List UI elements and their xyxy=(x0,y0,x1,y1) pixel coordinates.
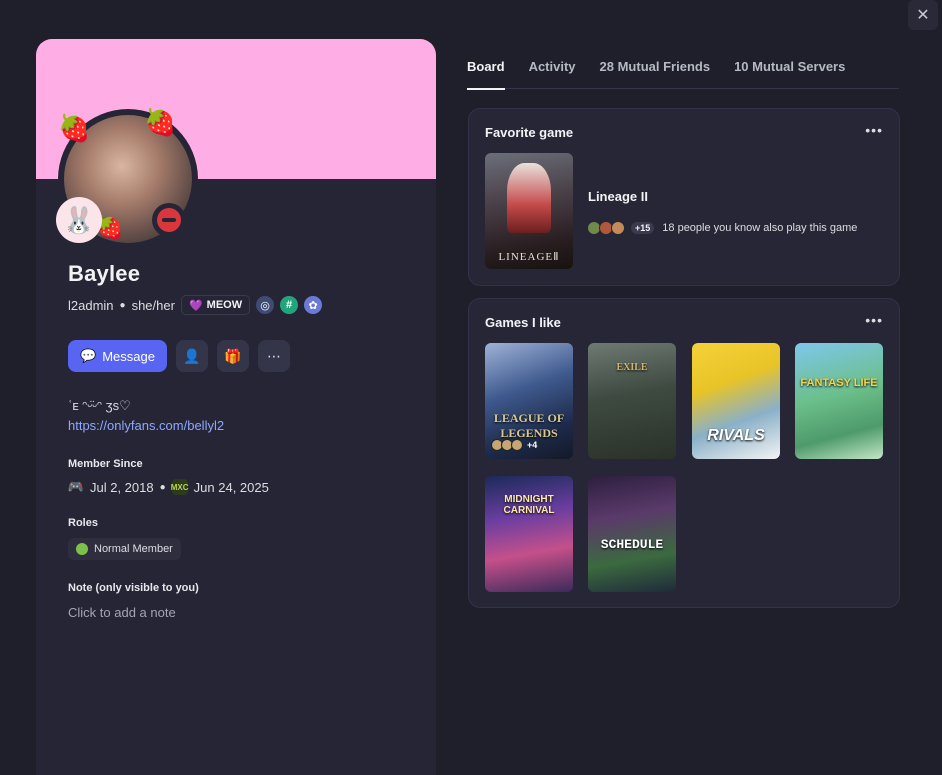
strawberry-icon: 🍓 xyxy=(144,107,177,137)
status-indicator xyxy=(152,203,186,237)
message-button[interactable]: 💬 Message xyxy=(68,340,167,372)
card-more-button[interactable]: ••• xyxy=(865,122,883,138)
favorite-game-card: Favorite game ••• LINEAGEⅡ Lineage II +1… xyxy=(468,108,900,286)
game-title: MIDNIGHT CARNIVAL xyxy=(503,494,555,516)
games-i-like-card: Games I like ••• LEAGUE OF LEGENDS +4 EX… xyxy=(468,298,900,608)
more-friends-count: +15 xyxy=(631,222,655,234)
game-logo: LINEAGEⅡ xyxy=(498,251,560,263)
boost-badge-icon[interactable]: ✿ xyxy=(304,296,323,314)
tab-board[interactable]: Board xyxy=(467,57,505,90)
role-name: Normal Member xyxy=(94,543,173,555)
note-input[interactable]: Click to add a note xyxy=(68,605,408,620)
game-cover[interactable]: LINEAGEⅡ xyxy=(485,153,573,269)
pronouns: she/her xyxy=(131,297,175,313)
avatar-wrap[interactable]: 🍓 🍓 🍓 🐰 xyxy=(56,107,198,249)
profile-card: 🍓 🍓 🍓 🐰 Baylee l2admin ● she/her 💜 MEOW … xyxy=(36,39,436,775)
hashtag-badge-icon[interactable]: # xyxy=(280,296,299,314)
member-since-label: Member Since xyxy=(68,458,143,470)
profile-actions: 💬 Message 👤 🎁 ⋯ xyxy=(68,340,408,372)
discord-since-date: Jul 2, 2018 xyxy=(90,479,154,495)
server-tag[interactable]: 💜 MEOW xyxy=(180,295,251,315)
nitro-badge-icon[interactable]: ◎ xyxy=(256,296,275,314)
game-title: SCHEDULE xyxy=(600,537,664,552)
close-button[interactable]: ✕ xyxy=(908,0,938,30)
tab-activity[interactable]: Activity xyxy=(529,57,576,89)
role-color-dot xyxy=(76,543,88,555)
separator-dot: ● xyxy=(159,481,166,493)
friend-avatar xyxy=(511,439,523,451)
game-tile[interactable]: LEAGUE OF LEGENDS +4 xyxy=(485,343,573,459)
role-pill[interactable]: Normal Member xyxy=(68,538,181,560)
favorite-game-name[interactable]: Lineage II xyxy=(588,189,648,204)
friends-also-play[interactable]: +15 18 people you know also play this ga… xyxy=(587,221,857,235)
card-title: Games I like xyxy=(485,315,561,330)
game-tile[interactable]: RIVALS xyxy=(692,343,780,459)
game-tile[interactable]: EXILE xyxy=(588,343,676,459)
game-title: LEAGUE OF LEGENDS xyxy=(493,411,565,440)
server-tag-label: MEOW xyxy=(206,299,243,311)
note-label: Note (only visible to you) xyxy=(68,582,199,594)
strawberry-icon: 🍓 xyxy=(58,113,91,143)
tab-mutual-friends[interactable]: 28 Mutual Friends xyxy=(600,57,711,89)
game-art xyxy=(507,163,551,233)
game-title: EXILE xyxy=(616,362,648,373)
bunny-icon: 🐰 xyxy=(56,197,102,243)
message-button-label: Message xyxy=(102,348,155,364)
bio-link[interactable]: https://onlyfans.com/bellyl2 xyxy=(68,418,224,433)
chat-bubble-icon: 💬 xyxy=(80,348,97,363)
friends-text: 18 people you know also play this game xyxy=(662,222,858,234)
username[interactable]: l2admin xyxy=(68,298,114,313)
username-row: l2admin ● she/her 💜 MEOW ◎ # ✿ xyxy=(68,295,408,315)
bio-text: ʿᴇ ᵔᵕ̈ᵕᵔ ʒs♡ xyxy=(68,398,131,413)
more-icon: ⋯ xyxy=(266,347,281,364)
game-tile[interactable]: MIDNIGHT CARNIVAL xyxy=(485,476,573,592)
game-tile[interactable]: SCHEDULE xyxy=(588,476,676,592)
card-more-button[interactable]: ••• xyxy=(865,312,883,328)
gift-button[interactable]: 🎁 xyxy=(216,340,249,372)
profile-body: Baylee l2admin ● she/her 💜 MEOW ◎ # ✿ 💬 … xyxy=(68,261,408,620)
profile-tabs: Board Activity 28 Mutual Friends 10 Mutu… xyxy=(467,57,899,90)
game-tile[interactable]: FANTASY LIFE xyxy=(795,343,883,459)
roles-label: Roles xyxy=(68,517,98,529)
game-title: RIVALS xyxy=(707,427,765,444)
friend-avatar xyxy=(611,221,625,235)
display-name: Baylee xyxy=(68,261,141,286)
close-icon: ✕ xyxy=(916,7,930,24)
card-title: Favorite game xyxy=(485,125,574,140)
member-since-row: 🎮 Jul 2, 2018 ● MXC Jun 24, 2025 xyxy=(68,479,408,495)
bio: ʿᴇ ᵔᵕ̈ᵕᵔ ʒs♡ https://onlyfans.com/bellyl… xyxy=(68,396,408,436)
heart-icon: 💜 xyxy=(188,299,203,312)
game-title: FANTASY LIFE xyxy=(800,377,878,389)
separator-dot: ● xyxy=(119,299,126,311)
more-options-button[interactable]: ⋯ xyxy=(257,340,290,372)
do-not-disturb-icon xyxy=(157,208,181,232)
server-since-date: Jun 24, 2025 xyxy=(193,479,269,495)
gift-icon: 🎁 xyxy=(224,347,242,364)
friends-playing: +4 xyxy=(491,439,537,451)
tab-mutual-servers[interactable]: 10 Mutual Servers xyxy=(734,57,845,89)
friend-status-button[interactable]: 👤 xyxy=(175,340,208,372)
discord-icon: 🎮 xyxy=(67,479,85,494)
user-check-icon: 👤 xyxy=(183,347,201,364)
more-friends-count: +4 xyxy=(527,440,538,450)
server-icon: MXC xyxy=(171,479,189,495)
